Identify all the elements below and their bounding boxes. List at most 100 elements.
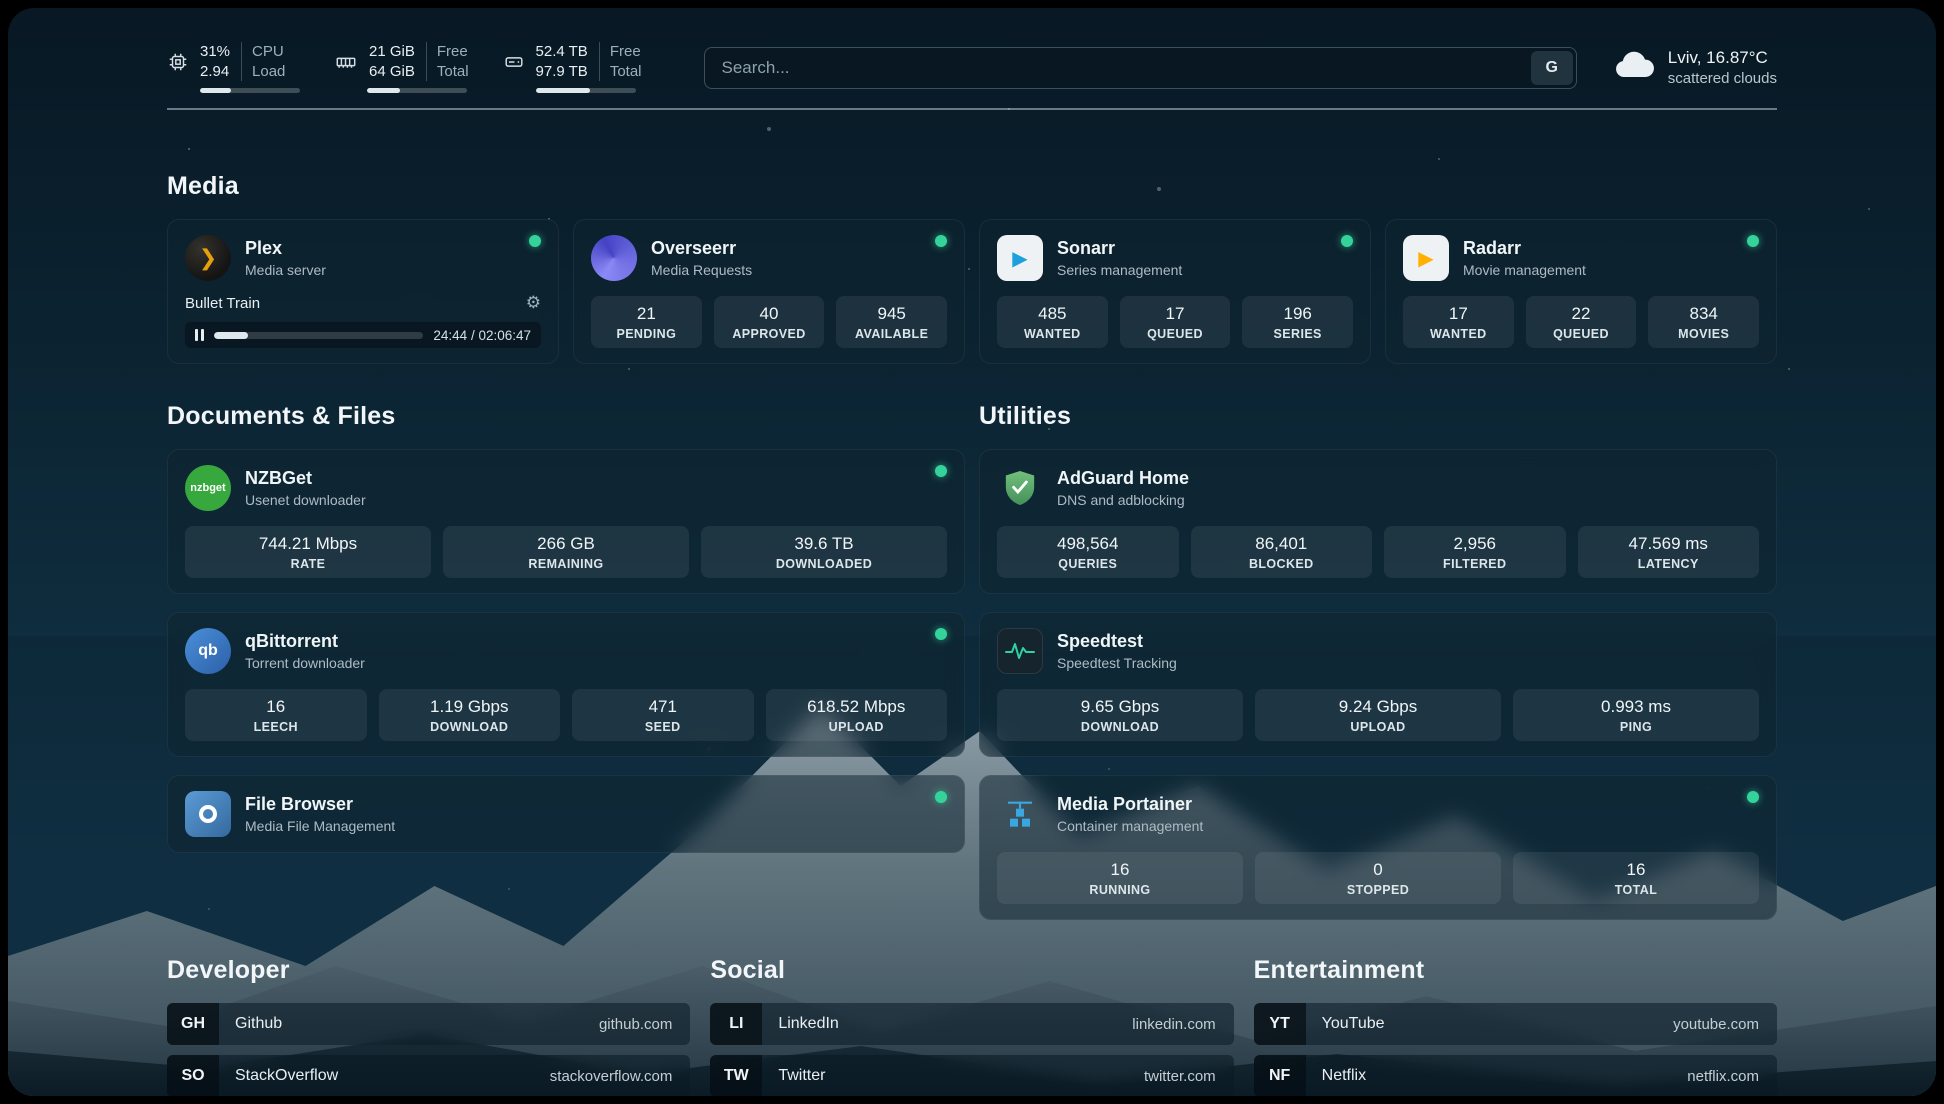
bookmark-name: Netflix: [1306, 1055, 1366, 1096]
plex-now-playing: Bullet Train ⚙ 24:44 / 02:06:47: [185, 293, 541, 348]
status-dot: [935, 465, 947, 477]
stat-total: 16 TOTAL: [1513, 852, 1759, 904]
speedtest-card[interactable]: Speedtest Speedtest Tracking 9.65 Gbps D…: [979, 612, 1777, 757]
bookmark-abbr: GH: [167, 1003, 219, 1045]
app-name: Speedtest: [1057, 631, 1177, 652]
bookmark-twitter[interactable]: TW Twitter twitter.com: [710, 1055, 1233, 1096]
cpu-widget: 31% 2.94 CPU Load: [167, 42, 300, 93]
now-playing-title: Bullet Train: [185, 295, 260, 312]
disk-widget: 52.4 TB 97.9 TB Free Total: [503, 42, 642, 93]
radarr-card[interactable]: ▶ Radarr Movie management 17 WANTED: [1385, 219, 1777, 364]
ram-progress-bar: [367, 88, 467, 93]
app-name: File Browser: [245, 794, 395, 815]
weather-location: Lviv, 16.87°C: [1668, 48, 1777, 68]
sonarr-icon: ▶: [997, 235, 1043, 281]
qbittorrent-card[interactable]: qb qBittorrent Torrent downloader 16 LEE…: [167, 612, 965, 757]
bookmark-name: StackOverflow: [219, 1055, 338, 1096]
section-documents: Documents & Files nzbget NZBGet Usenet d…: [167, 402, 965, 920]
bookmark-netflix[interactable]: NF Netflix netflix.com: [1254, 1055, 1777, 1096]
filebrowser-card[interactable]: File Browser Media File Management: [167, 775, 965, 853]
stat-series: 196 SERIES: [1242, 296, 1353, 348]
dashboard-screen: 31% 2.94 CPU Load: [8, 8, 1936, 1096]
documents-section-title: Documents & Files: [167, 402, 965, 431]
overseerr-icon: [591, 235, 637, 281]
stat-available: 945 AVAILABLE: [836, 296, 947, 348]
weather-widget: Lviv, 16.87°C scattered clouds: [1613, 48, 1777, 87]
developer-section-title: Developer: [167, 956, 690, 985]
section-developer: Developer GH Github github.com SO StackO…: [167, 956, 690, 1096]
stat-upload: 618.52 Mbps UPLOAD: [766, 689, 948, 741]
app-subtitle: Usenet downloader: [245, 492, 366, 508]
stat-blocked: 86,401 BLOCKED: [1191, 526, 1373, 578]
adguard-icon: [997, 465, 1043, 511]
adguard-card[interactable]: AdGuard Home DNS and adblocking 498,564 …: [979, 449, 1777, 594]
stat-approved: 40 APPROVED: [714, 296, 825, 348]
portainer-icon: [997, 791, 1043, 837]
app-name: qBittorrent: [245, 631, 365, 652]
bookmark-name: Github: [219, 1003, 282, 1045]
app-name: Media Portainer: [1057, 794, 1203, 815]
disk-values: 52.4 TB 97.9 TB: [536, 42, 588, 81]
ram-labels: Free Total: [426, 42, 469, 81]
bookmark-url: stackoverflow.com: [550, 1055, 691, 1096]
bookmark-github[interactable]: GH Github github.com: [167, 1003, 690, 1045]
plex-card[interactable]: ❯ Plex Media server Bullet Train ⚙: [167, 219, 559, 364]
overseerr-card[interactable]: Overseerr Media Requests 21 PENDING 40 A…: [573, 219, 965, 364]
stat-pending: 21 PENDING: [591, 296, 702, 348]
ram-widget: 21 GiB 64 GiB Free Total: [334, 42, 469, 93]
stat-queries: 498,564 QUERIES: [997, 526, 1179, 578]
entertainment-section-title: Entertainment: [1254, 956, 1777, 985]
disk-labels: Free Total: [599, 42, 642, 81]
status-dot: [529, 235, 541, 247]
disk-icon: [503, 51, 525, 73]
bookmark-linkedin[interactable]: LI LinkedIn linkedin.com: [710, 1003, 1233, 1045]
app-subtitle: Series management: [1057, 262, 1182, 278]
app-name: Radarr: [1463, 238, 1586, 259]
stat-download: 9.65 Gbps DOWNLOAD: [997, 689, 1243, 741]
cpu-values: 31% 2.94: [200, 42, 230, 81]
search-bar[interactable]: G: [704, 47, 1577, 89]
stat-wanted: 485 WANTED: [997, 296, 1108, 348]
portainer-card[interactable]: Media Portainer Container management 16 …: [979, 775, 1777, 920]
sonarr-card[interactable]: ▶ Sonarr Series management 485 WANTED: [979, 219, 1371, 364]
status-dot: [1341, 235, 1353, 247]
disk-progress-bar: [536, 88, 636, 93]
section-media: Media ❯ Plex Media server Bullet Train: [167, 172, 1777, 364]
search-engine-button[interactable]: G: [1531, 51, 1573, 85]
cpu-progress-bar: [200, 88, 300, 93]
cpu-icon: [167, 51, 189, 73]
bookmark-name: Twitter: [762, 1055, 825, 1096]
topbar-divider: [167, 108, 1777, 110]
section-utilities: Utilities: [979, 402, 1777, 920]
nzbget-card[interactable]: nzbget NZBGet Usenet downloader 744.21 M…: [167, 449, 965, 594]
plex-icon: ❯: [185, 235, 231, 281]
app-subtitle: Speedtest Tracking: [1057, 655, 1177, 671]
app-subtitle: Media server: [245, 262, 326, 278]
stat-upload: 9.24 Gbps UPLOAD: [1255, 689, 1501, 741]
stat-leech: 16 LEECH: [185, 689, 367, 741]
stat-downloaded: 39.6 TB DOWNLOADED: [701, 526, 947, 578]
bookmark-url: youtube.com: [1673, 1003, 1777, 1045]
bookmark-stackoverflow[interactable]: SO StackOverflow stackoverflow.com: [167, 1055, 690, 1096]
stat-queued: 17 QUEUED: [1120, 296, 1231, 348]
app-subtitle: DNS and adblocking: [1057, 492, 1189, 508]
seek-bar[interactable]: [214, 332, 423, 339]
bookmark-abbr: NF: [1254, 1055, 1306, 1096]
stat-latency: 47.569 ms LATENCY: [1578, 526, 1760, 578]
cloud-icon: [1613, 49, 1655, 86]
pause-icon[interactable]: [195, 329, 204, 341]
search-input[interactable]: [708, 58, 1531, 78]
bookmark-url: github.com: [599, 1003, 690, 1045]
playback-time: 24:44 / 02:06:47: [433, 328, 531, 343]
bookmark-url: linkedin.com: [1132, 1003, 1233, 1045]
bookmark-abbr: TW: [710, 1055, 762, 1096]
app-subtitle: Container management: [1057, 818, 1203, 834]
bookmark-youtube[interactable]: YT YouTube youtube.com: [1254, 1003, 1777, 1045]
section-entertainment: Entertainment YT YouTube youtube.com NF …: [1254, 956, 1777, 1096]
gear-icon[interactable]: ⚙: [526, 293, 541, 313]
ram-icon: [334, 51, 358, 73]
status-dot: [935, 628, 947, 640]
bookmark-abbr: YT: [1254, 1003, 1306, 1045]
app-name: Overseerr: [651, 238, 752, 259]
utilities-section-title: Utilities: [979, 402, 1777, 431]
